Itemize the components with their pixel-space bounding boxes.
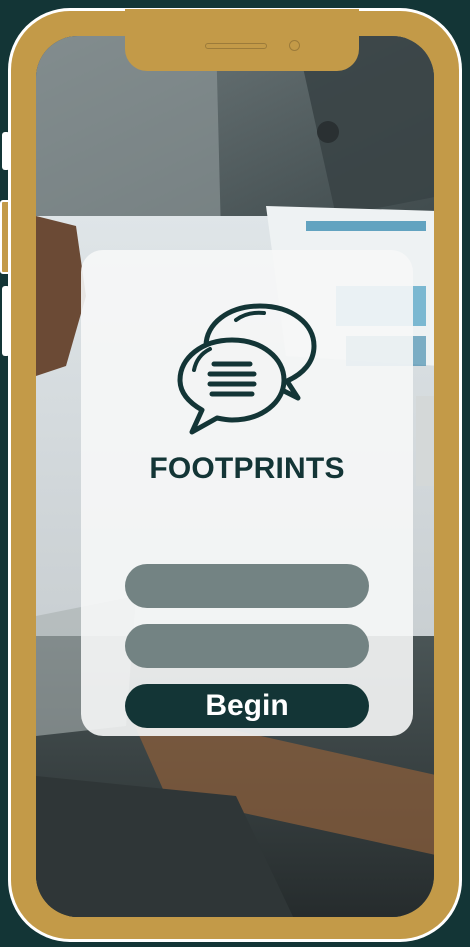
app-stage: FOOTPRINTS Begin: [0, 0, 470, 947]
app-title: FOOTPRINTS: [149, 452, 345, 485]
chat-bubbles-icon: [177, 303, 317, 435]
phone-screen: FOOTPRINTS Begin: [36, 36, 434, 917]
begin-button[interactable]: Begin: [125, 684, 369, 728]
login-card: FOOTPRINTS Begin: [81, 250, 413, 736]
password-field[interactable]: [125, 624, 369, 668]
phone-frame: FOOTPRINTS Begin: [8, 8, 462, 942]
phone-notch: [125, 9, 359, 71]
phone-bezel: FOOTPRINTS Begin: [11, 9, 459, 939]
username-field[interactable]: [125, 564, 369, 608]
speaker-icon: [205, 43, 267, 49]
camera-icon: [289, 40, 300, 51]
